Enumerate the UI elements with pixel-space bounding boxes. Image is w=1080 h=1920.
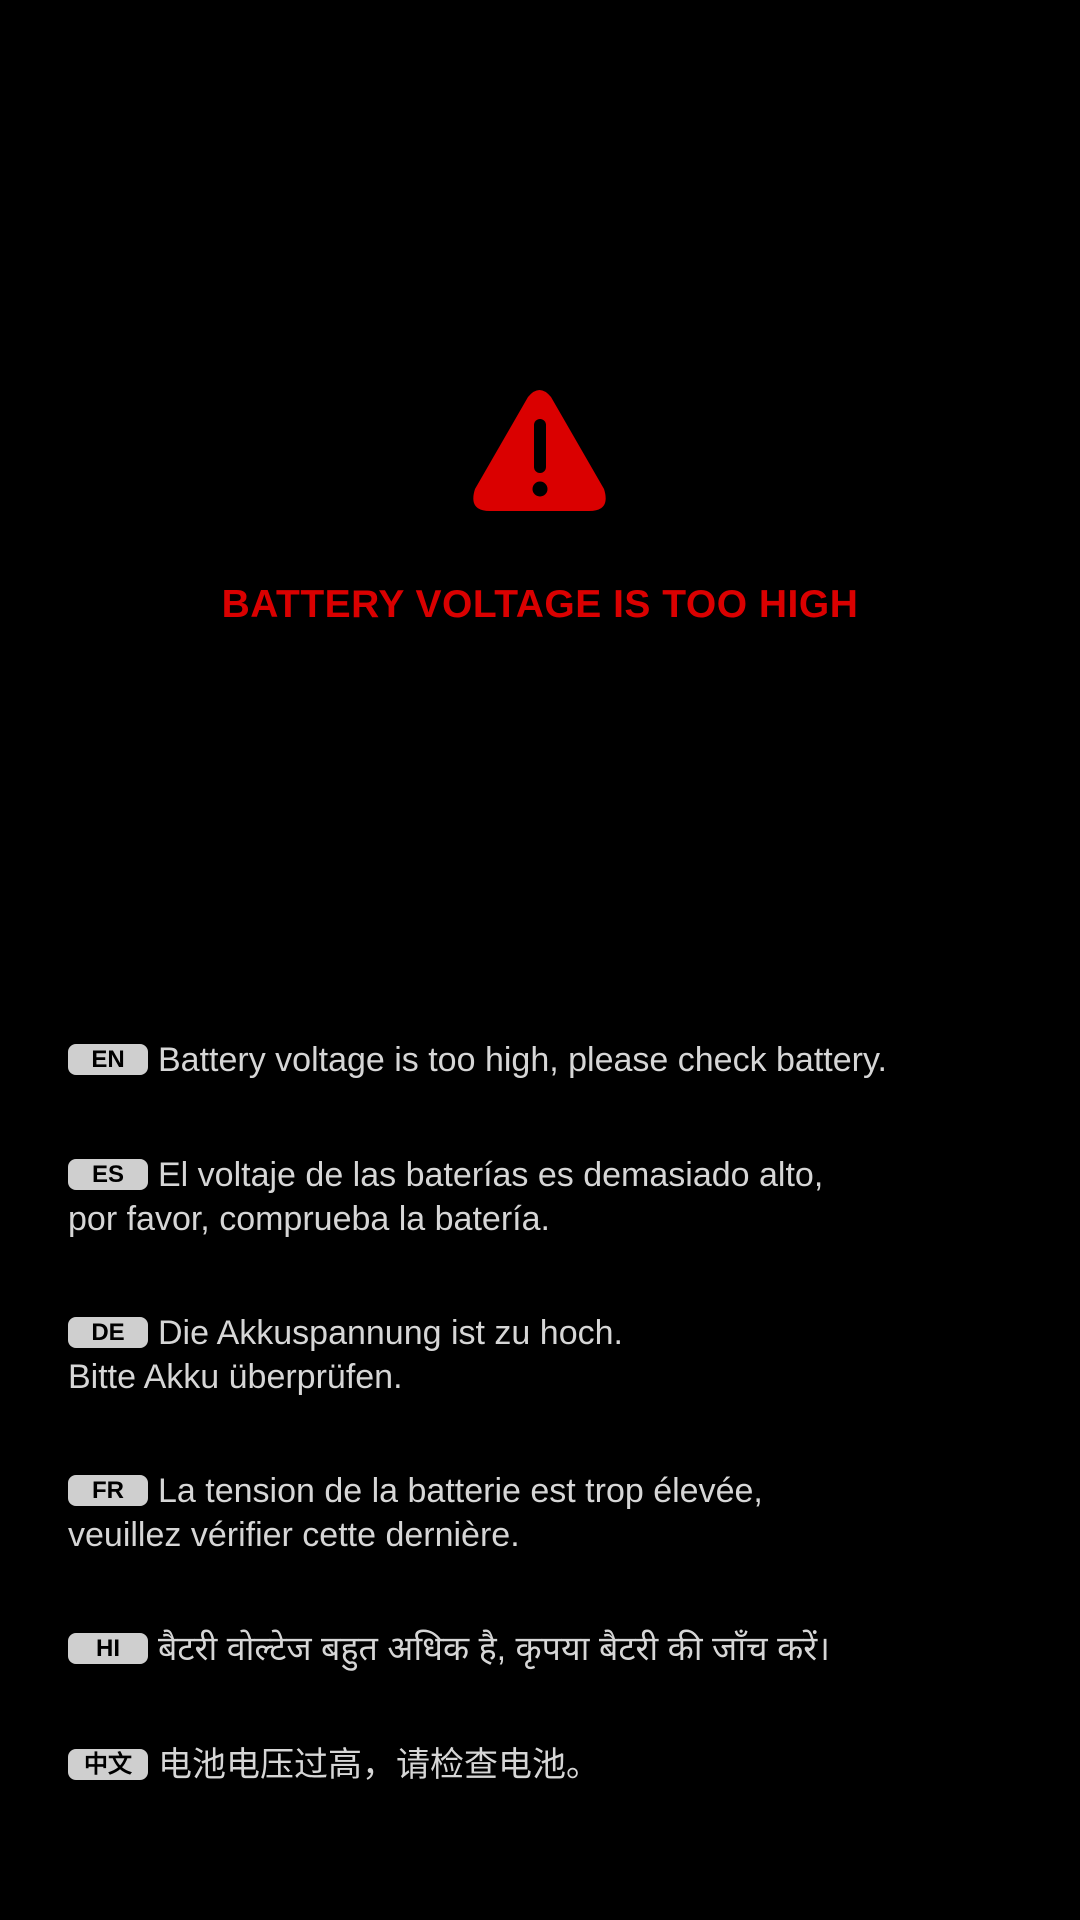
alert-title: BATTERY VOLTAGE IS TOO HIGH: [221, 583, 859, 626]
language-badge-es: ES: [68, 1159, 148, 1190]
language-badge-hi: HI: [68, 1633, 148, 1664]
message-es: ES El voltaje de las baterías es demasiad…: [68, 1153, 1058, 1241]
language-badge-de: DE: [68, 1317, 148, 1348]
battery-warning-screen: BATTERY VOLTAGE IS TOO HIGH EN Battery vo…: [0, 0, 1080, 1920]
language-badge-en: EN: [68, 1044, 148, 1075]
message-line: 电池电压过高，请检查电池。: [158, 1745, 600, 1785]
language-badge-zh: 中文: [68, 1749, 148, 1780]
message-line: La tension de la batterie est trop élevé…: [158, 1472, 763, 1510]
language-badge-fr: FR: [68, 1475, 148, 1506]
message-de: DE Die Akkuspannung ist zu hoch. Bitte Ak…: [68, 1311, 1058, 1399]
message-zh: 中文 电池电压过高，请检查电池。: [68, 1743, 1058, 1787]
message-line-2: Bitte Akku überprüfen.: [68, 1358, 403, 1396]
message-line-2: por favor, comprueba la batería.: [68, 1200, 550, 1238]
message-fr: FR La tension de la batterie est trop éle…: [68, 1469, 1058, 1557]
message-line: El voltaje de las baterías es demasiado …: [158, 1156, 824, 1194]
message-line: बैटरी वोल्टेज बहुत अधिक है, कृपया बैटरी …: [158, 1630, 830, 1668]
message-hi: HI बैटरी वोल्टेज बहुत अधिक है, कृपया बैटर…: [68, 1627, 1058, 1671]
message-line: Battery voltage is too high, please chec…: [158, 1041, 887, 1079]
message-line-2: veuillez vérifier cette dernière.: [68, 1516, 520, 1554]
message-en: EN Battery voltage is too high, please ch…: [68, 1038, 1058, 1082]
message-line: Die Akkuspannung ist zu hoch.: [158, 1314, 623, 1352]
warning-triangle-icon: [471, 389, 608, 513]
